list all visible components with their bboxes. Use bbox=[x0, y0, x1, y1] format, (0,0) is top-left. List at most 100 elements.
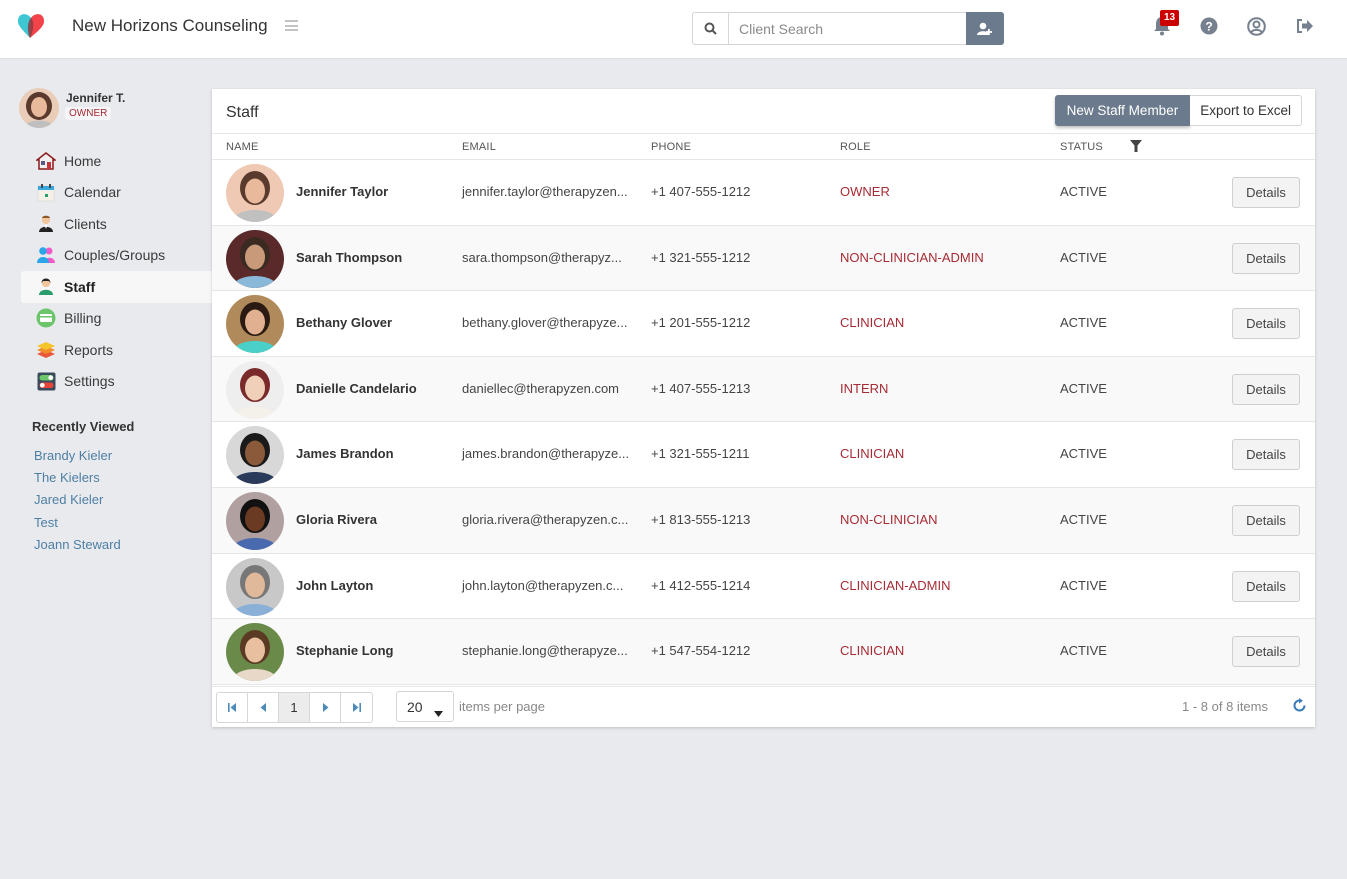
staff-status: ACTIVE bbox=[1060, 184, 1107, 199]
calendar-icon bbox=[36, 182, 56, 202]
client-search-input[interactable] bbox=[729, 13, 966, 44]
sidebar-item-clients[interactable]: Clients bbox=[21, 208, 212, 240]
staff-status: ACTIVE bbox=[1060, 315, 1107, 331]
details-button[interactable]: Details bbox=[1232, 570, 1300, 602]
client-search bbox=[692, 12, 1004, 45]
staff-role: INTERN bbox=[840, 380, 889, 396]
staff-email: james.brandon@therapyze... bbox=[462, 446, 630, 462]
sidebar-item-couples-groups[interactable]: Couples/Groups bbox=[21, 240, 212, 272]
pager-buttons: 1 bbox=[216, 692, 373, 723]
staff-role: NON-CLINICIAN bbox=[840, 511, 938, 527]
add-client-button[interactable] bbox=[966, 12, 1004, 45]
staff-status: ACTIVE bbox=[1060, 249, 1107, 265]
staff-name: Jennifer Taylor bbox=[296, 184, 389, 199]
user-circle-icon[interactable] bbox=[1245, 15, 1267, 37]
question-circle-icon[interactable]: ? bbox=[1198, 15, 1220, 37]
column-header-email[interactable]: EMAIL bbox=[462, 141, 496, 153]
first-page-button[interactable] bbox=[217, 693, 248, 722]
sidebar-item-label: Home bbox=[64, 152, 102, 169]
prev-page-button[interactable] bbox=[248, 693, 279, 722]
layers-icon bbox=[36, 340, 56, 360]
pagination: 1 20 items per page 1 - 8 of 8 items bbox=[212, 686, 1315, 727]
details-button[interactable]: Details bbox=[1232, 636, 1300, 668]
staff-avatar bbox=[226, 426, 284, 485]
user-avatar[interactable] bbox=[19, 88, 59, 128]
last-page-button[interactable] bbox=[341, 693, 372, 722]
card-actions: New Staff Member Export to Excel bbox=[1054, 95, 1302, 126]
staff-status: ACTIVE bbox=[1060, 577, 1107, 593]
sign-out-icon[interactable] bbox=[1294, 15, 1316, 37]
sidebar-item-billing[interactable]: Billing bbox=[21, 303, 212, 335]
sidebar-item-home[interactable]: Home bbox=[21, 145, 212, 177]
prev-page-icon bbox=[260, 703, 266, 712]
billing-card-icon bbox=[36, 308, 56, 328]
heart-logo-icon bbox=[16, 12, 46, 40]
table-row[interactable]: James Brandon james.brandon@therapyze...… bbox=[212, 422, 1315, 488]
details-button[interactable]: Details bbox=[1232, 242, 1300, 274]
details-button[interactable]: Details bbox=[1232, 373, 1300, 405]
hamburger-icon[interactable] bbox=[285, 20, 298, 31]
next-page-button[interactable] bbox=[310, 693, 341, 722]
sidebar-item-label: Settings bbox=[64, 373, 115, 390]
staff-name: Danielle Candelario bbox=[296, 380, 417, 396]
sidebar-item-label: Staff bbox=[64, 278, 96, 295]
details-button[interactable]: Details bbox=[1232, 308, 1300, 340]
sidebar-item-staff[interactable]: Staff bbox=[21, 271, 212, 303]
staff-role: NON-CLINICIAN-ADMIN bbox=[840, 249, 984, 265]
search-icon[interactable] bbox=[693, 13, 729, 44]
page-button-current[interactable]: 1 bbox=[279, 693, 310, 722]
column-header-role[interactable]: ROLE bbox=[840, 141, 871, 153]
sidebar-item-label: Billing bbox=[64, 310, 102, 327]
page-size-value: 20 bbox=[407, 698, 423, 715]
staff-role: CLINICIAN bbox=[840, 643, 905, 659]
table-row[interactable]: Gloria Rivera gloria.rivera@therapyzen.c… bbox=[212, 487, 1315, 554]
group-icon bbox=[36, 245, 56, 265]
table-row[interactable]: John Layton john.layton@therapyzen.c... … bbox=[212, 554, 1315, 620]
new-staff-member-button[interactable]: New Staff Member bbox=[1054, 95, 1191, 126]
staff-phone: +1 321-555-1212 bbox=[651, 249, 751, 265]
recent-item[interactable]: Brandy Kieler bbox=[34, 447, 121, 469]
sidebar-item-reports[interactable]: Reports bbox=[21, 334, 212, 366]
staff-name: James Brandon bbox=[296, 446, 394, 462]
table-row[interactable]: Jennifer Taylor jennifer.taylor@therapyz… bbox=[212, 160, 1315, 226]
table-row[interactable]: Stephanie Long stephanie.long@therapyze.… bbox=[212, 619, 1315, 685]
sidebar-item-label: Calendar bbox=[64, 184, 121, 201]
staff-role: CLINICIAN bbox=[840, 446, 905, 462]
table-row[interactable]: Bethany Glover bethany.glover@therapyze.… bbox=[212, 291, 1315, 357]
recent-item[interactable]: Jared Kieler bbox=[34, 491, 121, 513]
column-header-name[interactable]: NAME bbox=[226, 141, 259, 153]
column-header-status[interactable]: STATUS bbox=[1060, 141, 1103, 153]
page-size-select[interactable]: 20 bbox=[396, 691, 454, 722]
staff-avatar bbox=[226, 164, 284, 222]
table-row[interactable]: Sarah Thompson sara.thompson@therapyz...… bbox=[212, 225, 1315, 292]
staff-status: ACTIVE bbox=[1060, 511, 1107, 527]
staff-phone: +1 407-555-1213 bbox=[651, 380, 751, 396]
user-name: Jennifer T. bbox=[66, 91, 126, 105]
sidebar-item-settings[interactable]: Settings bbox=[21, 366, 212, 398]
recent-item[interactable]: Test bbox=[34, 514, 121, 536]
details-button[interactable]: Details bbox=[1232, 504, 1300, 536]
staff-name: Bethany Glover bbox=[296, 315, 393, 331]
staff-phone: +1 321-555-1211 bbox=[651, 446, 750, 462]
staff-avatar bbox=[226, 557, 284, 616]
top-header: New Horizons Counseling 13 ? bbox=[0, 0, 1347, 59]
notification-count-badge: 13 bbox=[1160, 10, 1180, 26]
pager-info: 1 - 8 of 8 items bbox=[1182, 699, 1268, 714]
sidebar-item-calendar[interactable]: Calendar bbox=[21, 177, 212, 209]
export-to-excel-button[interactable]: Export to Excel bbox=[1190, 95, 1302, 126]
staff-phone: +1 547-554-1212 bbox=[651, 643, 751, 659]
details-button[interactable]: Details bbox=[1232, 177, 1300, 208]
page-title: Staff bbox=[226, 104, 259, 121]
recent-item[interactable]: Joann Steward bbox=[34, 536, 121, 558]
staff-avatar bbox=[226, 229, 284, 288]
staff-email: gloria.rivera@therapyzen.c... bbox=[462, 511, 629, 527]
table-row[interactable]: Danielle Candelario daniellec@therapyzen… bbox=[212, 356, 1315, 423]
details-button[interactable]: Details bbox=[1232, 439, 1300, 471]
refresh-icon[interactable] bbox=[1292, 698, 1307, 718]
sidebar-item-label: Couples/Groups bbox=[64, 247, 166, 264]
column-header-phone[interactable]: PHONE bbox=[651, 141, 691, 153]
last-page-icon bbox=[353, 703, 361, 712]
staff-icon bbox=[36, 277, 56, 297]
filter-icon[interactable] bbox=[1130, 139, 1142, 157]
recent-item[interactable]: The Kielers bbox=[34, 469, 121, 491]
